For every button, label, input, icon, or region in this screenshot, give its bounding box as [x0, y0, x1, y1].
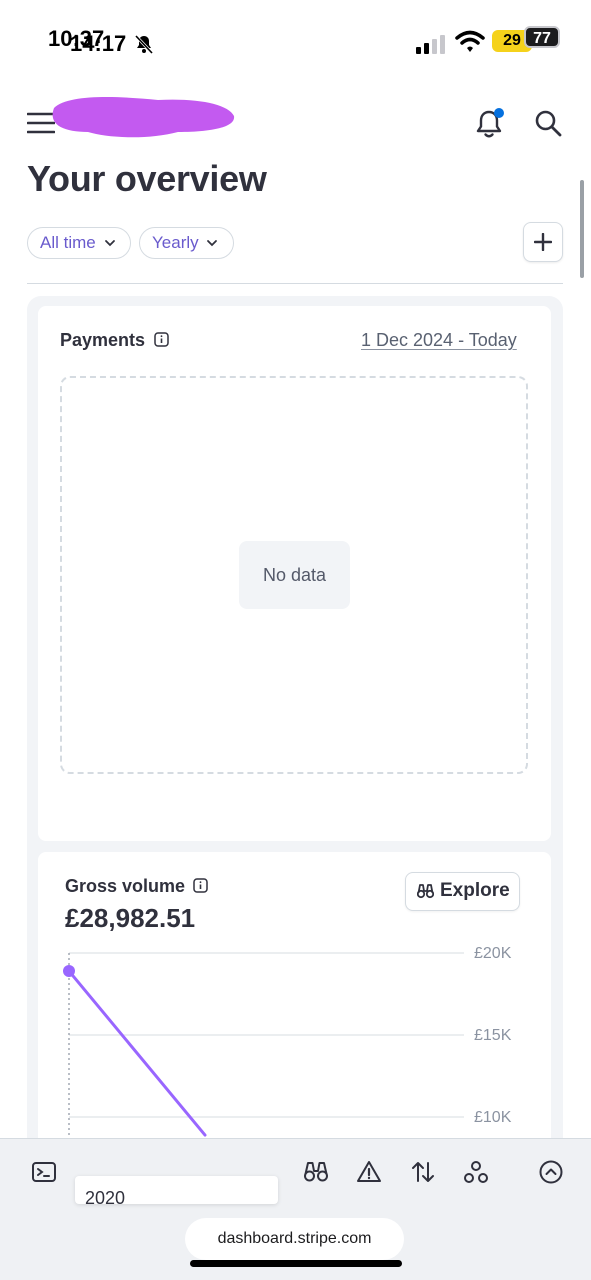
binoculars-icon	[417, 884, 434, 899]
binoculars-icon[interactable]	[303, 1159, 329, 1185]
date-range-filter[interactable]: All time	[27, 227, 131, 259]
payments-title: Payments	[60, 330, 146, 350]
add-widget-button[interactable]	[523, 222, 563, 262]
status-time-overlay: 14:17	[70, 31, 127, 56]
signal-icon	[416, 35, 445, 54]
redacted-account-name	[52, 97, 235, 138]
info-icon[interactable]	[154, 332, 169, 347]
interval-filter[interactable]: Yearly	[139, 227, 234, 259]
url-bar[interactable]: dashboard.stripe.com	[185, 1218, 404, 1260]
collapse-up-icon[interactable]	[538, 1159, 564, 1185]
chart-tooltip: 2020	[75, 1176, 278, 1204]
interval-filter-label: Yearly	[152, 233, 199, 252]
page-title: Your overview	[27, 158, 267, 199]
explore-button[interactable]: Explore	[405, 872, 520, 911]
webhook-icon[interactable]	[463, 1159, 489, 1185]
scrollbar[interactable]	[580, 180, 584, 278]
plus-icon	[534, 233, 552, 251]
y-tick-label: £10K	[474, 1109, 512, 1126]
home-indicator	[190, 1260, 402, 1267]
warning-icon[interactable]	[356, 1159, 382, 1185]
no-data-label: No data	[239, 541, 350, 609]
date-range-filter-label: All time	[40, 233, 96, 252]
divider	[27, 283, 563, 284]
bell-icon[interactable]	[474, 106, 506, 140]
gross-volume-amount: £28,982.51	[65, 903, 196, 933]
y-tick-label: £15K	[474, 1027, 512, 1044]
search-icon[interactable]	[533, 108, 563, 138]
explore-button-label: Explore	[440, 880, 510, 901]
chevron-down-icon	[207, 240, 217, 247]
wifi-icon	[455, 30, 485, 52]
info-icon[interactable]	[193, 878, 208, 893]
battery-indicator-overlay: 77	[524, 26, 560, 48]
terminal-icon[interactable]	[31, 1159, 57, 1185]
bell-off-icon	[134, 34, 154, 55]
chart-tooltip-label: 2020	[85, 1188, 126, 1204]
status-bar: 10:37 14:17 29 77	[0, 0, 591, 80]
y-tick-label: £20K	[474, 945, 512, 962]
chevron-down-icon	[105, 240, 115, 247]
sort-arrows-icon[interactable]	[410, 1159, 436, 1185]
date-range-link[interactable]: 1 Dec 2024 - Today	[361, 330, 517, 351]
gross-volume-title: Gross volume	[65, 876, 186, 896]
